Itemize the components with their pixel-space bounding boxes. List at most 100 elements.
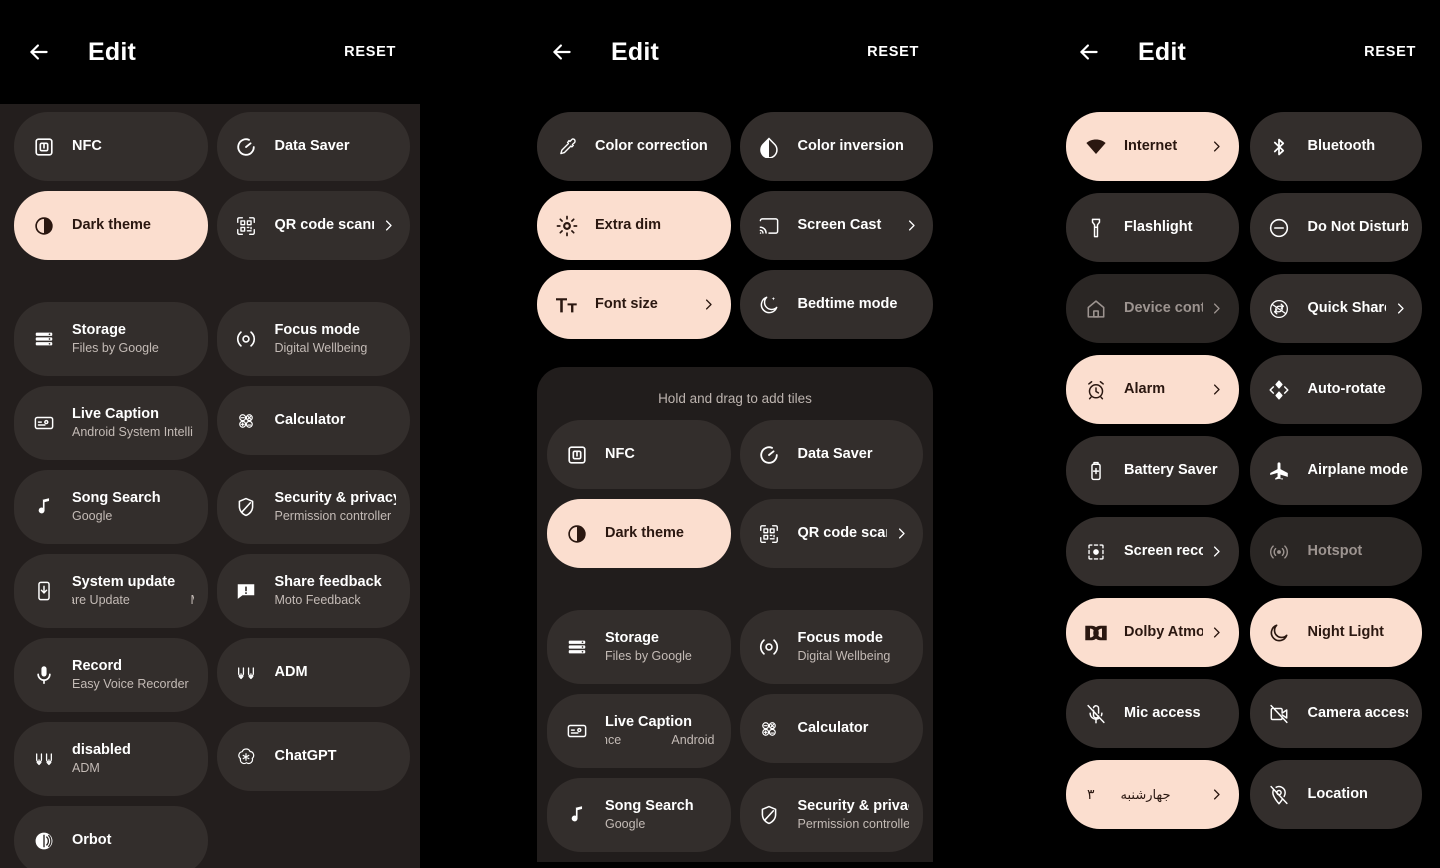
tile-data-saver[interactable]: Data Saver: [216, 112, 410, 181]
tile-label: Storage: [605, 630, 659, 647]
tile-nfc[interactable]: NFC: [547, 420, 731, 489]
tile-screen-record[interactable]: Screen record: [1066, 517, 1239, 586]
chevron-right-icon[interactable]: [1209, 625, 1225, 640]
tile-dolby-atmos[interactable]: Dolby Atmos: [1066, 598, 1239, 667]
chevron-right-icon[interactable]: [1209, 544, 1225, 559]
data-saver-icon: [234, 134, 259, 159]
reset-button[interactable]: RESET: [1360, 38, 1420, 66]
tile-share-feedback[interactable]: Share feedback Moto Feedback: [216, 554, 410, 628]
nfc-icon: [564, 442, 589, 467]
tile-text: Dolby Atmos: [1124, 623, 1203, 641]
orbot-icon: [31, 828, 56, 853]
tile-text: Live Caption nce Android Sy: [605, 713, 717, 748]
chevron-right-icon[interactable]: [1209, 139, 1225, 154]
tile-do-not-disturb[interactable]: Do Not Disturb: [1249, 193, 1422, 262]
tile-dark-theme[interactable]: Dark theme: [14, 191, 208, 260]
tile-system-update[interactable]: System update are Update Mot: [14, 554, 208, 628]
tile-security-privacy[interactable]: Security & privacy Permission controller: [739, 778, 923, 852]
tile-adm[interactable]: ADM: [216, 638, 410, 707]
reset-button[interactable]: RESET: [863, 38, 923, 66]
tile-label: Dolby Atmos: [1124, 624, 1203, 641]
back-button[interactable]: [1072, 35, 1106, 69]
tile-grid-middle-top: Color correction Color inversion Extra dim…: [523, 104, 943, 349]
tile-calendar-date[interactable]: ۳ جهارشنبه: [1066, 760, 1239, 829]
arrow-left-icon: [549, 39, 575, 65]
tile-disabled[interactable]: disabled ADM: [14, 722, 208, 796]
focus-mode-icon: [234, 327, 259, 352]
chevron-right-icon[interactable]: [893, 526, 909, 541]
home-icon: [1083, 296, 1108, 321]
tile-alarm[interactable]: Alarm: [1066, 355, 1239, 424]
tile-subtitle-fragment-end: Android Sy: [671, 733, 716, 748]
chevron-right-icon[interactable]: [1209, 787, 1225, 802]
tile-color-inversion[interactable]: Color inversion: [739, 112, 933, 181]
tile-record[interactable]: Record Easy Voice Recorder: [14, 638, 208, 712]
tile-quick-share[interactable]: Quick Share: [1249, 274, 1422, 343]
tile-calculator[interactable]: Calculator: [739, 694, 923, 763]
tile-subtitle: Files by Google: [72, 341, 159, 356]
tile-orbot[interactable]: Orbot: [14, 806, 208, 868]
tile-security-privacy[interactable]: Security & privacy Permission controller: [216, 470, 410, 544]
tile-nfc[interactable]: NFC: [14, 112, 208, 181]
tile-storage[interactable]: Storage Files by Google: [14, 302, 208, 376]
tile-live-caption[interactable]: Live Caption nce Android Sy: [547, 694, 731, 768]
tile-extra-dim[interactable]: Extra dim: [537, 191, 731, 260]
tile-screen-cast[interactable]: Screen Cast: [739, 191, 933, 260]
tile-song-search[interactable]: Song Search Google: [547, 778, 731, 852]
tile-hotspot[interactable]: Hotspot: [1249, 517, 1422, 586]
tile-font-size[interactable]: Font size: [537, 270, 731, 339]
tile-airplane-mode[interactable]: Airplane mode: [1249, 436, 1422, 505]
hotspot-icon: [1267, 539, 1292, 564]
tile-device-controls[interactable]: Device controls: [1066, 274, 1239, 343]
tile-label: Location: [1307, 786, 1368, 803]
feedback-icon: [234, 579, 259, 604]
tile-color-correction[interactable]: Color correction: [537, 112, 731, 181]
airplane-icon: [1267, 458, 1292, 483]
chevron-right-icon[interactable]: [1209, 301, 1225, 316]
chevron-right-icon[interactable]: [380, 218, 396, 233]
live-caption-icon: [31, 411, 56, 436]
tile-live-caption[interactable]: Live Caption Android System Intelli: [14, 386, 208, 460]
reset-button[interactable]: RESET: [340, 38, 400, 66]
tile-storage[interactable]: Storage Files by Google: [547, 610, 731, 684]
tile-mic-access[interactable]: Mic access: [1066, 679, 1239, 748]
back-button[interactable]: [22, 35, 56, 69]
tile-text: Device controls: [1124, 299, 1203, 317]
music-note-icon: [31, 495, 56, 520]
tile-qr-code-scann[interactable]: QR code scann: [216, 191, 410, 260]
tile-song-search[interactable]: Song Search Google: [14, 470, 208, 544]
tile-text: Focus mode Digital Wellbeing: [275, 321, 397, 356]
tile-focus-mode[interactable]: Focus mode Digital Wellbeing: [216, 302, 410, 376]
tile-label: Bluetooth: [1307, 138, 1376, 155]
chevron-right-icon[interactable]: [903, 218, 919, 233]
tile-dark-theme[interactable]: Dark theme: [547, 499, 731, 568]
tile-chatgpt[interactable]: ChatGPT: [216, 722, 410, 791]
tile-internet[interactable]: Internet: [1066, 112, 1239, 181]
chevron-right-icon[interactable]: [1209, 382, 1225, 397]
chevron-right-icon[interactable]: [701, 297, 717, 312]
tile-focus-mode[interactable]: Focus mode Digital Wellbeing: [739, 610, 923, 684]
tile-calculator[interactable]: Calculator: [216, 386, 410, 455]
tile-location[interactable]: Location: [1249, 760, 1422, 829]
tile-night-light[interactable]: Night Light: [1249, 598, 1422, 667]
tile-battery-saver[interactable]: Battery Saver: [1066, 436, 1239, 505]
page-title: Edit: [1138, 37, 1187, 66]
tile-flashlight[interactable]: Flashlight: [1066, 193, 1239, 262]
tile-bluetooth[interactable]: Bluetooth: [1249, 112, 1422, 181]
tile-data-saver[interactable]: Data Saver: [739, 420, 923, 489]
color-inversion-icon: [757, 134, 782, 159]
tile-text: Camera access: [1308, 704, 1409, 722]
tile-qr-code-scann[interactable]: QR code scann: [739, 499, 923, 568]
tile-auto-rotate[interactable]: Auto-rotate: [1249, 355, 1422, 424]
tile-subtitle: Google: [605, 817, 646, 832]
arrow-left-icon: [26, 39, 52, 65]
chevron-right-icon[interactable]: [1392, 301, 1408, 316]
back-button[interactable]: [545, 35, 579, 69]
tile-bedtime-mode[interactable]: Bedtime mode: [739, 270, 933, 339]
tile-camera-access[interactable]: Camera access: [1249, 679, 1422, 748]
tile-grid-left: NFC Data Saver Dark theme QR code scann Stor…: [0, 104, 420, 868]
camera-off-icon: [1267, 701, 1292, 726]
tile-text: Security & privacy Permission controller: [798, 797, 910, 832]
tile-label: Internet: [1124, 138, 1178, 155]
music-note-icon: [564, 803, 589, 828]
